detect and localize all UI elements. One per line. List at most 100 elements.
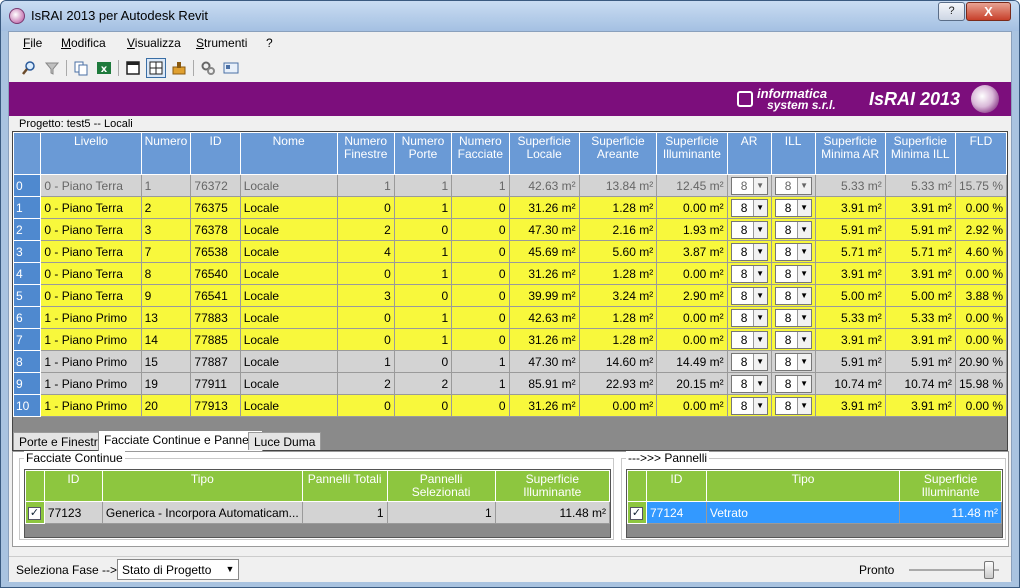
ill-select[interactable]: 8 ▼ <box>774 242 812 261</box>
cell-numero[interactable]: 2 <box>140 196 192 219</box>
cell-porte[interactable]: 0 <box>393 394 453 417</box>
cell-facciate[interactable]: 0 <box>451 394 510 417</box>
cell-finestre[interactable]: 3 <box>336 284 395 307</box>
pannelli-col-id[interactable]: ID <box>645 470 707 502</box>
cell-id[interactable]: 77911 <box>190 372 241 395</box>
pannelli-col-tipo[interactable]: Tipo <box>705 470 901 502</box>
cell-finestre[interactable]: 0 <box>336 196 395 219</box>
cell-livello[interactable]: 0 - Piano Terra <box>40 284 142 307</box>
window-single-icon[interactable] <box>123 58 143 78</box>
cell-sup_ill[interactable]: 14.49 m² <box>656 350 728 373</box>
grid-corner[interactable] <box>13 132 42 175</box>
menu-modifica[interactable]: Modifica <box>61 36 106 50</box>
cell-min_ill[interactable]: 5.71 m² <box>884 240 956 263</box>
cell-livello[interactable]: 0 - Piano Terra <box>40 218 142 241</box>
cell-numero[interactable]: 7 <box>140 240 192 263</box>
cell-nome[interactable]: Locale <box>239 196 338 219</box>
cell-sup_areante[interactable]: 1.28 m² <box>578 306 658 329</box>
title-bar[interactable]: IsRAI 2013 per Autodesk Revit ? X <box>1 1 1019 31</box>
table-row[interactable]: 81 - Piano Primo 15 77887 Locale 1 0 1 47.30 m²… <box>13 350 1007 373</box>
ill-select-cell[interactable]: 8 ▼ <box>770 174 816 197</box>
cell-min_ar[interactable]: 3.91 m² <box>814 262 886 285</box>
grid-col-header[interactable]: ID <box>190 132 241 175</box>
ar-select-cell[interactable]: 8 ▼ <box>726 284 772 307</box>
pannelli-cell-sup[interactable]: 11.48 m² <box>899 501 1002 524</box>
cell-sup_areante[interactable]: 0.00 m² <box>578 394 658 417</box>
cell-livello[interactable]: 0 - Piano Terra <box>40 262 142 285</box>
cell-facciate[interactable]: 0 <box>451 262 510 285</box>
grid-col-header[interactable]: Nome <box>239 132 338 175</box>
cell-id[interactable]: 76538 <box>190 240 241 263</box>
chevron-down-icon[interactable]: ▼ <box>796 375 811 392</box>
cell-sup_locale[interactable]: 42.63 m² <box>508 174 580 197</box>
cell-nome[interactable]: Locale <box>239 262 338 285</box>
ill-select-cell[interactable]: 8 ▼ <box>770 394 816 417</box>
pannelli-cell-tipo[interactable]: Vetrato <box>705 501 901 524</box>
table-row[interactable]: 10 - Piano Terra 2 76375 Locale 0 1 0 31.26 m² 1… <box>13 196 1007 219</box>
facciate-col-id[interactable]: ID <box>43 470 103 502</box>
cell-id[interactable]: 77883 <box>190 306 241 329</box>
cell-sup_locale[interactable]: 31.26 m² <box>508 328 580 351</box>
cell-nome[interactable]: Locale <box>239 328 338 351</box>
ill-select-cell[interactable]: 8 ▼ <box>770 240 816 263</box>
grid-col-header[interactable]: Numero Porte <box>393 132 453 175</box>
cell-numero[interactable]: 1 <box>140 174 192 197</box>
cell-finestre[interactable]: 2 <box>336 218 395 241</box>
cell-numero[interactable]: 8 <box>140 262 192 285</box>
cell-finestre[interactable]: 2 <box>336 372 395 395</box>
cell-livello[interactable]: 0 - Piano Terra <box>40 240 142 263</box>
ar-select-cell[interactable]: 8 ▼ <box>726 372 772 395</box>
ill-select[interactable]: 8 ▼ <box>774 308 812 327</box>
cell-nome[interactable]: Locale <box>239 218 338 241</box>
cell-id[interactable]: 77913 <box>190 394 241 417</box>
cell-id[interactable]: 77887 <box>190 350 241 373</box>
menu-visualizza[interactable]: Visualizza <box>127 36 181 50</box>
ill-select-cell[interactable]: 8 ▼ <box>770 284 816 307</box>
ar-select[interactable]: 8 ▼ <box>730 220 768 239</box>
row-header[interactable]: 0 <box>13 174 42 197</box>
ar-select[interactable]: 8 ▼ <box>730 308 768 327</box>
ar-select-cell[interactable]: 8 ▼ <box>726 262 772 285</box>
row-header[interactable]: 5 <box>13 284 42 307</box>
ill-select-cell[interactable]: 8 ▼ <box>770 328 816 351</box>
chevron-down-icon[interactable]: ▼ <box>752 353 767 370</box>
cell-fld[interactable]: 0.00 % <box>954 394 1007 417</box>
cell-sup_ill[interactable]: 0.00 m² <box>656 394 728 417</box>
cell-facciate[interactable]: 0 <box>451 284 510 307</box>
cell-sup_locale[interactable]: 47.30 m² <box>508 350 580 373</box>
table-row[interactable]: 00 - Piano Terra 1 76372 Locale 1 1 1 42.63 m² 1… <box>13 174 1007 197</box>
cell-id[interactable]: 76372 <box>190 174 241 197</box>
card-icon[interactable] <box>221 58 241 78</box>
menu-strumenti[interactable]: Strumenti <box>196 36 247 50</box>
cell-porte[interactable]: 0 <box>393 350 453 373</box>
cell-min_ill[interactable]: 3.91 m² <box>884 394 956 417</box>
cell-facciate[interactable]: 0 <box>451 328 510 351</box>
checkbox-checked-icon[interactable]: ✓ <box>630 506 643 520</box>
cell-numero[interactable]: 15 <box>140 350 192 373</box>
pannelli-grid[interactable]: ID Tipo Superficie Illuminante ✓ 77124 V… <box>626 469 1003 538</box>
ar-select-cell[interactable]: 8 ▼ <box>726 350 772 373</box>
cell-finestre[interactable]: 1 <box>336 350 395 373</box>
cell-min_ill[interactable]: 5.33 m² <box>884 174 956 197</box>
facciate-cell-selezionati[interactable]: 1 <box>386 501 496 524</box>
gears-icon[interactable] <box>198 58 218 78</box>
cell-finestre[interactable]: 1 <box>336 174 395 197</box>
cell-finestre[interactable]: 0 <box>336 306 395 329</box>
cell-sup_areante[interactable]: 2.16 m² <box>578 218 658 241</box>
cell-sup_locale[interactable]: 47.30 m² <box>508 218 580 241</box>
chevron-down-icon[interactable]: ▼ <box>796 243 811 260</box>
excel-icon[interactable]: x <box>94 58 114 78</box>
funnel-icon[interactable] <box>42 58 62 78</box>
cell-nome[interactable]: Locale <box>239 284 338 307</box>
cell-min_ar[interactable]: 3.91 m² <box>814 328 886 351</box>
ar-select[interactable]: 8 ▼ <box>730 352 768 371</box>
ill-select[interactable]: 8 ▼ <box>774 374 812 393</box>
ar-select[interactable]: 8 ▼ <box>730 286 768 305</box>
table-row[interactable]: 50 - Piano Terra 9 76541 Locale 3 0 0 39.99 m² 3… <box>13 284 1007 307</box>
grid-col-header[interactable]: Superficie Minima AR <box>814 132 886 175</box>
chevron-down-icon[interactable]: ▼ <box>796 177 811 194</box>
tab-porte-finestre[interactable]: Porte e Finestre <box>13 432 111 450</box>
close-button[interactable]: X <box>966 2 1011 21</box>
ill-select-cell[interactable]: 8 ▼ <box>770 350 816 373</box>
chevron-down-icon[interactable]: ▼ <box>222 560 238 579</box>
